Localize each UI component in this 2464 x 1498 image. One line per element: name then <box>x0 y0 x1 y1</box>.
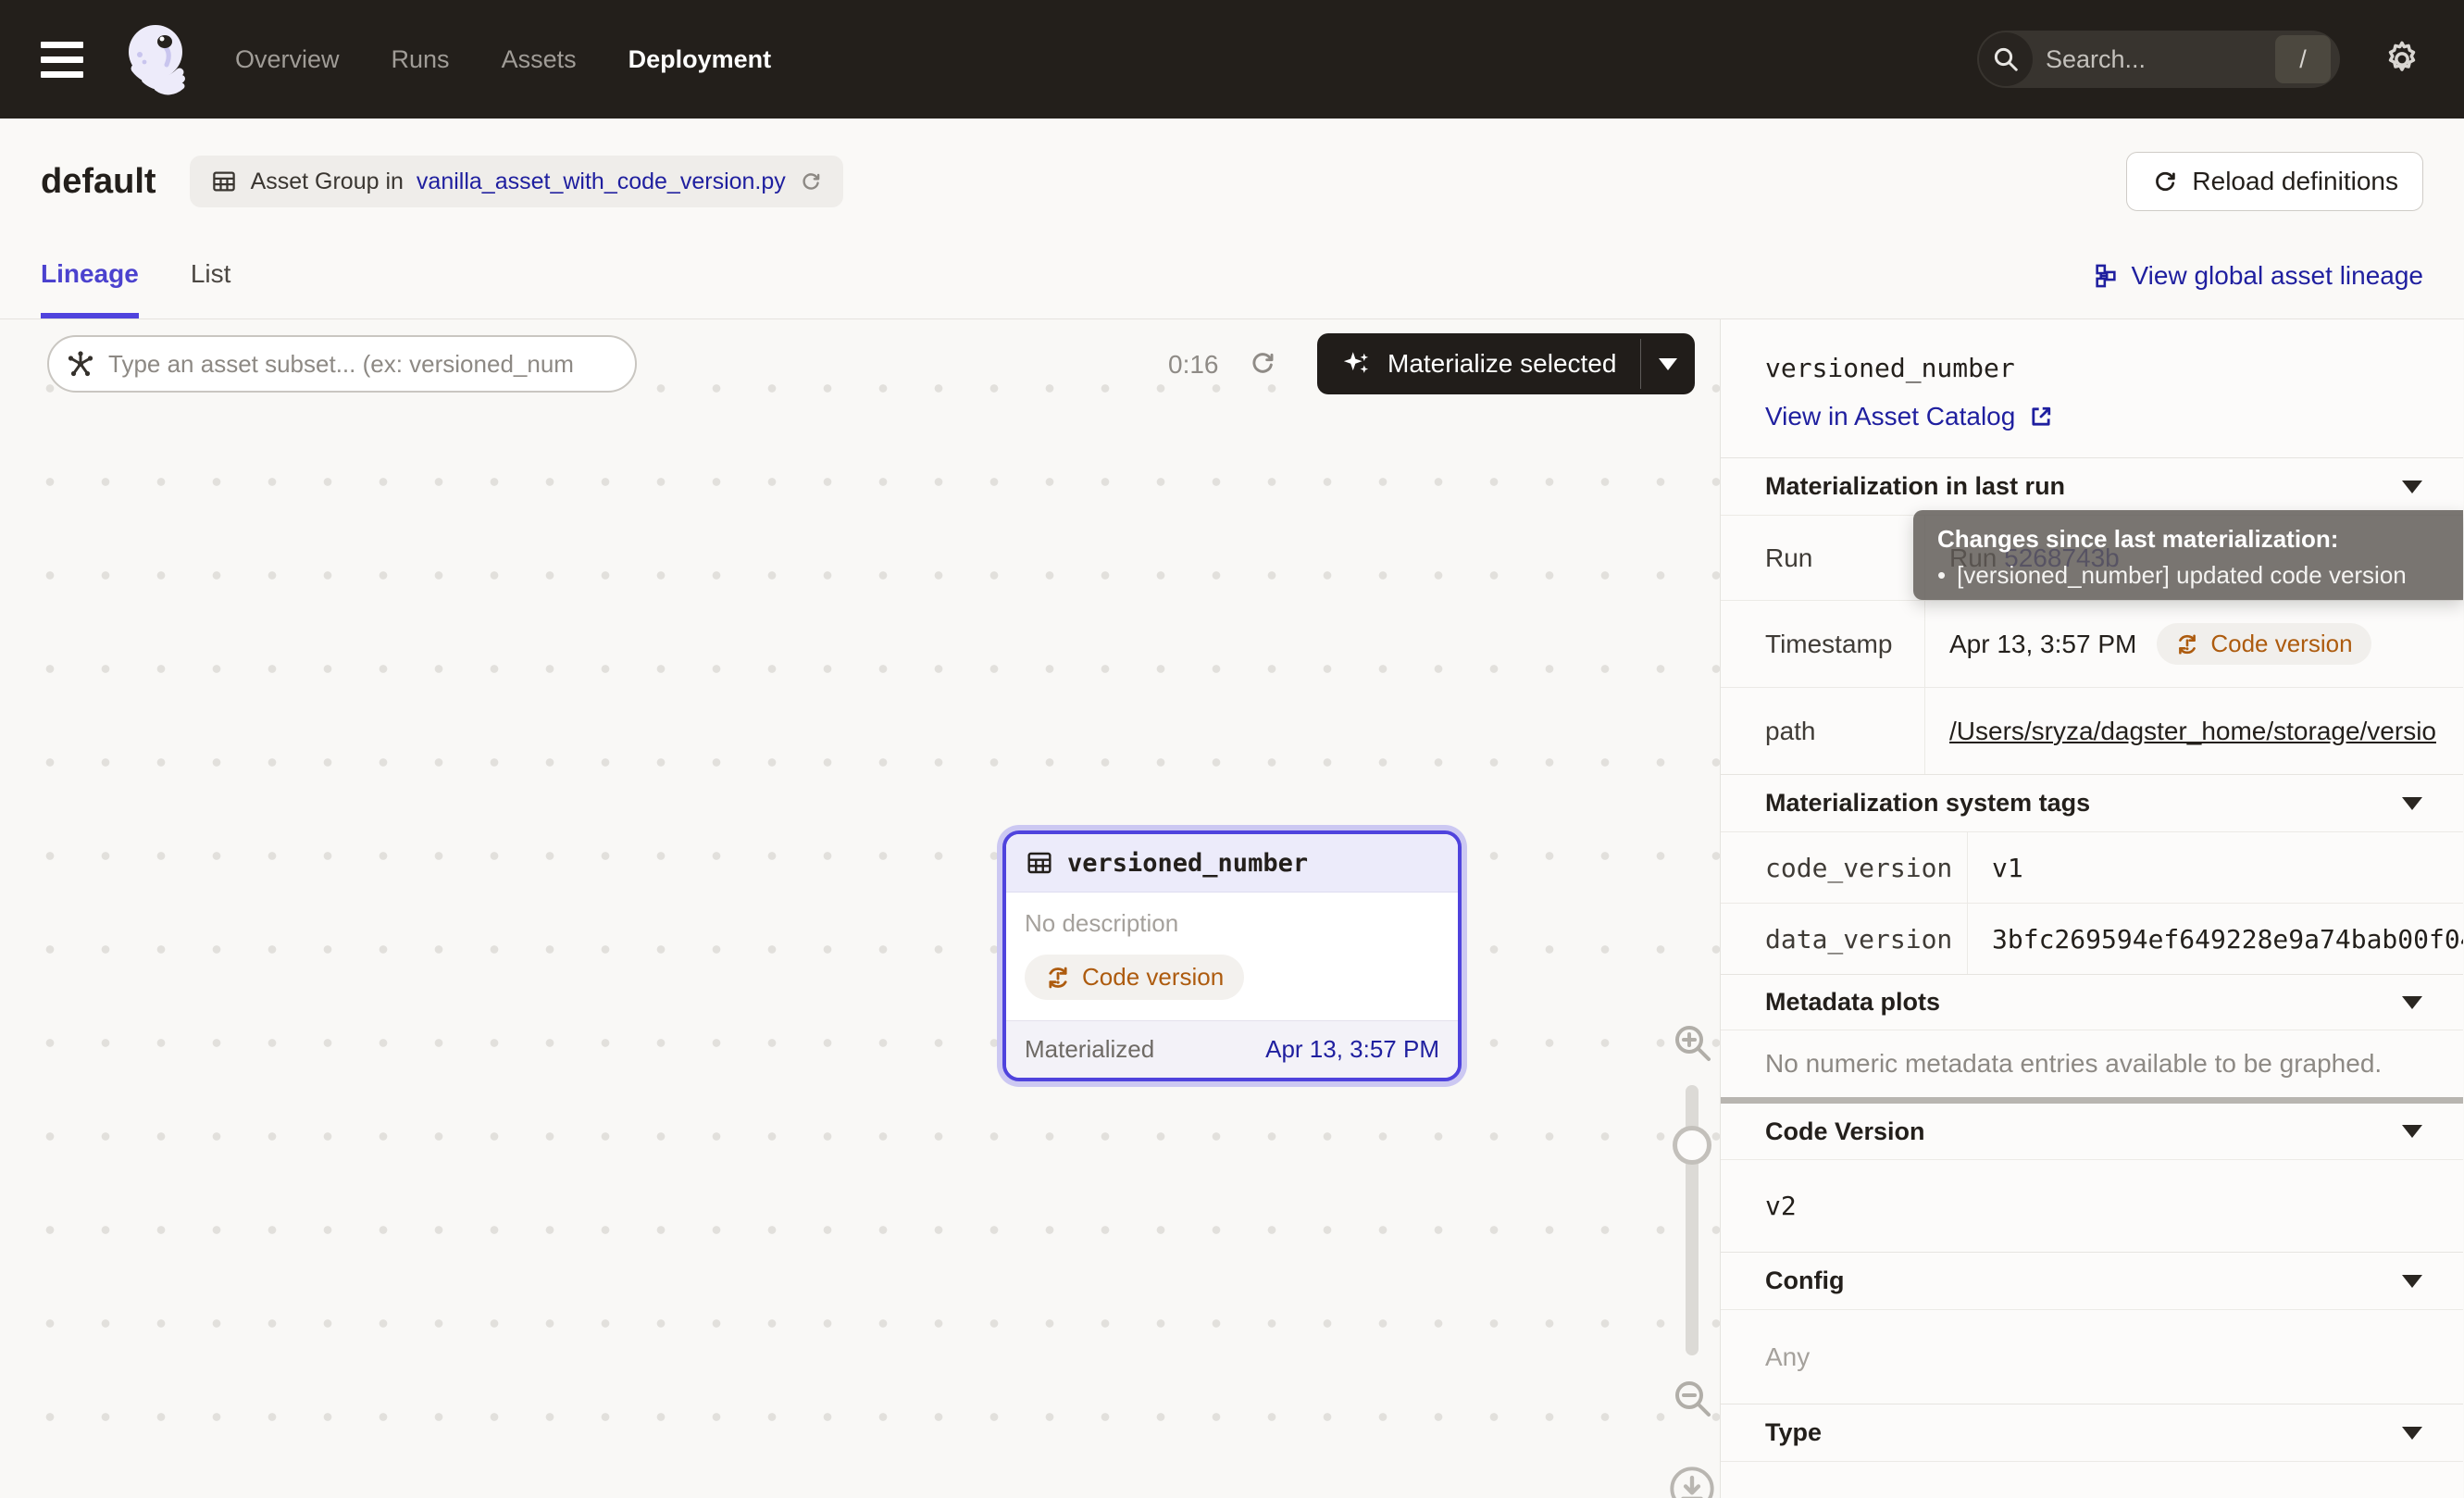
chevron-down-icon <box>2402 481 2422 493</box>
path-row: path /Users/sryza/dagster_home/storage/v… <box>1721 687 2463 774</box>
code-version-badge: Code version <box>1025 955 1244 1000</box>
changes-tooltip: Changes since last materialization: • [v… <box>1913 510 2463 600</box>
code-version-changed-icon <box>1045 965 1071 991</box>
asset-node-status: Materialized <box>1025 1035 1154 1064</box>
refresh-timer: 0:16 <box>1168 350 1219 380</box>
code-version-value: v2 <box>1721 1159 2463 1252</box>
tab-lineage[interactable]: Lineage <box>41 259 139 318</box>
view-in-asset-catalog-link[interactable]: View in Asset Catalog <box>1765 402 2419 431</box>
asset-group-file-link[interactable]: vanilla_asset_with_code_version.py <box>417 169 786 195</box>
reload-group-icon[interactable] <box>799 169 823 193</box>
section-config[interactable]: Config <box>1721 1252 2463 1309</box>
table-grid-icon <box>210 168 238 195</box>
materialize-selected-button[interactable]: Materialize selected <box>1317 333 1695 394</box>
asset-node-versioned-number[interactable]: versioned_number No description Code ver… <box>1002 830 1462 1081</box>
code-version-tag-row: code_version v1 <box>1721 831 2463 903</box>
page-header: default Asset Group in vanilla_asset_wit… <box>0 119 2464 220</box>
tabs-row: Lineage List View global asset lineage <box>0 220 2464 319</box>
search-shortcut-key: / <box>2275 35 2331 83</box>
zoom-controls <box>1653 1020 1721 1498</box>
panel-filler <box>1721 1461 2463 1498</box>
lineage-graph-icon <box>2093 263 2119 289</box>
download-graph-icon[interactable] <box>1668 1465 1716 1498</box>
asset-graph-canvas[interactable]: 0:16 Materialize selected vers <box>0 319 1721 1498</box>
tab-list[interactable]: List <box>191 259 231 318</box>
asset-details-panel: versioned_number View in Asset Catalog M… <box>1721 319 2463 1498</box>
external-link-icon <box>2028 404 2054 430</box>
asset-group-prefix: Asset Group in <box>251 169 404 195</box>
tooltip-bullet: • <box>1937 561 1946 590</box>
asset-subset-input[interactable] <box>108 350 618 379</box>
menu-icon[interactable] <box>41 42 83 78</box>
section-metadata-plots[interactable]: Metadata plots <box>1721 974 2463 1030</box>
zoom-out-icon[interactable] <box>1670 1376 1714 1420</box>
graph-refresh-icon[interactable] <box>1248 348 1277 378</box>
asset-node-description: No description <box>1025 909 1439 938</box>
section-type[interactable]: Type <box>1721 1404 2463 1461</box>
zoom-slider[interactable] <box>1686 1085 1699 1355</box>
reload-definitions-button[interactable]: Reload definitions <box>2126 152 2423 211</box>
asset-group-breadcrumb: Asset Group in vanilla_asset_with_code_v… <box>190 156 843 207</box>
chevron-down-icon <box>2402 1275 2422 1288</box>
search-bar[interactable]: / <box>1977 31 2340 88</box>
asset-node-materialized-time[interactable]: Apr 13, 3:57 PM <box>1265 1035 1439 1064</box>
config-value: Any <box>1721 1309 2463 1404</box>
nav-item-runs[interactable]: Runs <box>392 45 450 74</box>
path-link[interactable]: /Users/sryza/dagster_home/storage/versio <box>1949 717 2436 746</box>
tooltip-item: [versioned_number] updated code version <box>1957 561 2407 590</box>
top-nav: Overview Runs Assets Deployment / <box>0 0 2464 119</box>
chevron-down-icon <box>2402 1427 2422 1440</box>
section-divider <box>1721 1097 2463 1104</box>
section-materialization-last-run[interactable]: Materialization in last run <box>1721 457 2463 515</box>
timestamp-row: Timestamp Apr 13, 3:57 PM Code version <box>1721 600 2463 687</box>
code-version-badge: Code version <box>2157 623 2371 665</box>
section-code-version[interactable]: Code Version <box>1721 1104 2463 1159</box>
asset-graph-icon <box>66 349 95 379</box>
materialize-dropdown-button[interactable] <box>1641 333 1695 394</box>
asset-subset-filter[interactable] <box>47 335 637 393</box>
tooltip-title: Changes since last materialization: <box>1937 525 2439 554</box>
table-grid-icon <box>1025 848 1054 878</box>
data-version-tag-row: data_version 3bfc269594ef649228e9a74bab0… <box>1721 903 2463 974</box>
chevron-down-icon <box>2402 797 2422 810</box>
dagster-logo-icon[interactable] <box>120 20 194 98</box>
sparkle-icon <box>1341 348 1373 380</box>
settings-gear-icon[interactable] <box>2381 38 2423 81</box>
zoom-in-icon[interactable] <box>1670 1020 1714 1065</box>
chevron-down-icon <box>2402 1125 2422 1138</box>
zoom-slider-handle[interactable] <box>1673 1126 1711 1165</box>
nav-item-overview[interactable]: Overview <box>235 45 340 74</box>
chevron-down-icon <box>2402 996 2422 1009</box>
panel-asset-title: versioned_number <box>1765 353 2419 383</box>
asset-node-title: versioned_number <box>1067 849 1308 878</box>
view-global-asset-lineage-link[interactable]: View global asset lineage <box>2093 261 2423 318</box>
page-title: default <box>41 162 156 202</box>
search-input[interactable] <box>2046 45 2231 74</box>
nav-item-deployment[interactable]: Deployment <box>628 45 772 74</box>
nav-item-assets[interactable]: Assets <box>502 45 577 74</box>
refresh-icon <box>2151 168 2179 195</box>
nav-links: Overview Runs Assets Deployment <box>235 45 771 74</box>
section-materialization-system-tags[interactable]: Materialization system tags <box>1721 774 2463 831</box>
search-icon <box>1979 32 2033 86</box>
metadata-plots-empty-message: No numeric metadata entries available to… <box>1721 1030 2463 1097</box>
code-version-changed-icon <box>2175 632 2199 656</box>
caret-down-icon <box>1659 358 1677 370</box>
